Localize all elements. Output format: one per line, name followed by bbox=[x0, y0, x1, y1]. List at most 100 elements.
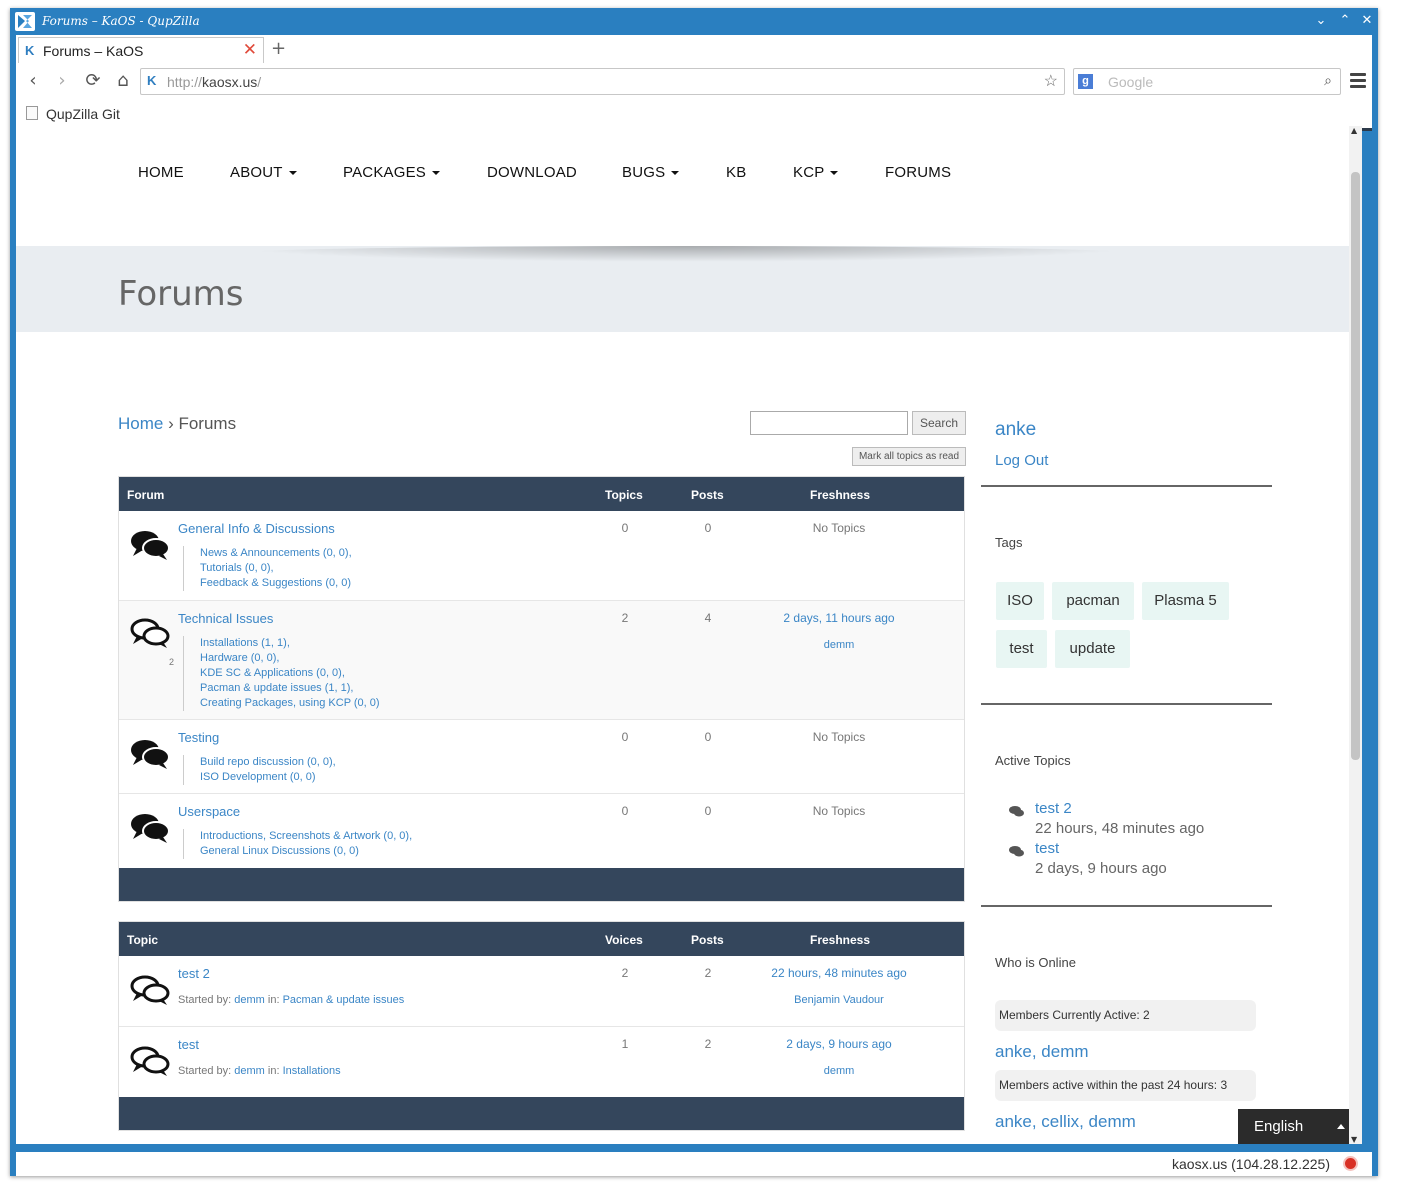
topic-title-link[interactable]: test bbox=[178, 1037, 199, 1052]
google-icon[interactable]: g bbox=[1078, 74, 1093, 89]
nav-about[interactable]: ABOUT bbox=[230, 164, 297, 181]
col-posts: Posts bbox=[691, 933, 724, 947]
topic-meta: Started by: demm in: Installations bbox=[178, 1065, 341, 1077]
vertical-scrollbar[interactable]: ▲ ▼ bbox=[1349, 126, 1362, 1144]
subforum-link[interactable]: Hardware (0, 0), bbox=[200, 651, 380, 666]
subforum-link[interactable]: Creating Packages, using KCP (0, 0) bbox=[200, 696, 380, 711]
status-bar: kaosx.us (104.28.12.225) bbox=[16, 1152, 1372, 1176]
tag-test[interactable]: test bbox=[996, 630, 1047, 668]
breadcrumb-current: Forums bbox=[178, 414, 237, 433]
maximize-icon[interactable]: ⌃ bbox=[1336, 12, 1354, 30]
nav-bugs[interactable]: BUGS bbox=[622, 164, 680, 181]
home-icon[interactable]: ⌂ bbox=[112, 70, 134, 94]
freshness: No Topics bbox=[812, 730, 866, 744]
bookmark-qupzilla-git[interactable]: QupZilla Git bbox=[46, 106, 120, 122]
nav-kcp[interactable]: KCP bbox=[793, 164, 839, 181]
nav-download[interactable]: DOWNLOAD bbox=[487, 164, 577, 181]
active-topic-link[interactable]: test bbox=[1035, 840, 1059, 857]
author-link[interactable]: demm bbox=[234, 994, 265, 1006]
members-24h-users[interactable]: anke, cellix, demm bbox=[995, 1112, 1136, 1132]
forum-link[interactable]: Pacman & update issues bbox=[283, 994, 405, 1006]
subforum-link[interactable]: Tutorials (0, 0), bbox=[200, 561, 352, 576]
tag-iso[interactable]: ISO bbox=[996, 582, 1044, 620]
tab-forums[interactable]: K Forums – KaOS ✕ bbox=[18, 37, 264, 63]
tag-update[interactable]: update bbox=[1055, 630, 1130, 668]
scroll-down-icon[interactable]: ▼ bbox=[1351, 1135, 1357, 1144]
members-active-users[interactable]: anke, demm bbox=[995, 1042, 1089, 1062]
web-search-box[interactable]: g Google ⌕ bbox=[1073, 68, 1341, 95]
minimize-icon[interactable]: ⌄ bbox=[1312, 12, 1330, 30]
status-text: kaosx.us (104.28.12.225) bbox=[1172, 1156, 1330, 1172]
freshness-link[interactable]: 2 days, 11 hours ago bbox=[739, 611, 939, 625]
language-selector[interactable]: English bbox=[1238, 1109, 1359, 1144]
new-tab-icon[interactable]: + bbox=[271, 38, 286, 59]
logout-link[interactable]: Log Out bbox=[995, 452, 1048, 469]
topics-table-footer bbox=[119, 1097, 964, 1130]
posts-count: 2 bbox=[704, 966, 712, 980]
freshness-link[interactable]: 2 days, 9 hours ago bbox=[739, 1037, 939, 1051]
caret-down-icon bbox=[830, 171, 839, 176]
mark-all-read-button[interactable]: Mark all topics as read bbox=[852, 447, 966, 466]
bookmark-star-icon[interactable]: ☆ bbox=[1044, 71, 1058, 91]
scroll-up-icon[interactable]: ▲ bbox=[1351, 126, 1357, 135]
last-poster-link[interactable]: Benjamin Vaudour bbox=[739, 994, 939, 1006]
scrollbar-thumb[interactable] bbox=[1351, 172, 1360, 760]
reload-icon[interactable]: ⟳ bbox=[82, 70, 104, 94]
topic-title-link[interactable]: test 2 bbox=[178, 966, 210, 981]
forum-title-link[interactable]: General Info & Discussions bbox=[178, 521, 335, 536]
tag-pacman[interactable]: pacman bbox=[1052, 582, 1134, 620]
subforum-link[interactable]: Feedback & Suggestions (0, 0) bbox=[200, 576, 352, 591]
chat-bubbles-icon bbox=[131, 740, 170, 769]
col-topic: Topic bbox=[127, 933, 159, 947]
active-topic-link[interactable]: test 2 bbox=[1035, 800, 1072, 817]
forum-row: Userspace 0 0 No Topics Introductions, S… bbox=[119, 794, 964, 868]
subforum-link[interactable]: Pacman & update issues (1, 1), bbox=[200, 681, 380, 696]
subforum-link[interactable]: General Linux Discussions (0, 0) bbox=[200, 844, 412, 859]
freshness: No Topics bbox=[812, 521, 866, 535]
tab-close-icon[interactable]: ✕ bbox=[243, 40, 257, 60]
freshness: No Topics bbox=[812, 804, 866, 818]
adblock-icon[interactable] bbox=[1343, 1156, 1358, 1171]
nav-kb[interactable]: KB bbox=[726, 164, 746, 181]
forum-title-link[interactable]: Technical Issues bbox=[178, 611, 273, 626]
header-shadow bbox=[226, 246, 1146, 262]
last-poster-link[interactable]: demm bbox=[739, 639, 939, 651]
subforum-link[interactable]: KDE SC & Applications (0, 0), bbox=[200, 666, 380, 681]
language-label: English bbox=[1254, 1118, 1304, 1135]
forum-row: 2 Technical Issues 2 4 2 days, 11 hours … bbox=[119, 601, 964, 720]
forum-search-button[interactable]: Search bbox=[912, 411, 966, 435]
last-poster-link[interactable]: demm bbox=[739, 1065, 939, 1077]
forum-search-input[interactable] bbox=[750, 411, 908, 435]
forum-title-link[interactable]: Userspace bbox=[178, 804, 240, 819]
page-viewport: HOME ABOUT PACKAGES DOWNLOAD BUGS KB KCP… bbox=[16, 126, 1359, 1144]
subforum-link[interactable]: Build repo discussion (0, 0), bbox=[200, 755, 336, 770]
chat-bubbles-icon bbox=[131, 531, 170, 560]
subforum-link[interactable]: Installations (1, 1), bbox=[200, 636, 380, 651]
nav-packages[interactable]: PACKAGES bbox=[343, 164, 441, 181]
topics-count: 0 bbox=[621, 521, 629, 535]
author-link[interactable]: demm bbox=[234, 1065, 265, 1077]
forward-icon[interactable]: › bbox=[51, 70, 73, 94]
posts-count: 0 bbox=[704, 804, 712, 818]
subforum-list: Installations (1, 1), Hardware (0, 0), K… bbox=[183, 636, 380, 711]
subforum-link[interactable]: Introductions, Screenshots & Artwork (0,… bbox=[200, 829, 412, 844]
subforum-link[interactable]: ISO Development (0, 0) bbox=[200, 770, 336, 785]
forum-link[interactable]: Installations bbox=[283, 1065, 341, 1077]
close-window-icon[interactable]: ✕ bbox=[1358, 12, 1376, 30]
tag-plasma-5[interactable]: Plasma 5 bbox=[1142, 582, 1229, 620]
menu-icon[interactable] bbox=[1350, 73, 1366, 89]
breadcrumb-home[interactable]: Home bbox=[118, 414, 163, 433]
nav-forums[interactable]: FORUMS bbox=[885, 164, 951, 181]
magnifier-icon[interactable]: ⌕ bbox=[1324, 72, 1332, 89]
freshness-link[interactable]: 22 hours, 48 minutes ago bbox=[739, 966, 939, 980]
forum-title-link[interactable]: Testing bbox=[178, 730, 219, 745]
nav-home[interactable]: HOME bbox=[138, 164, 184, 181]
tab-label: Forums – KaOS bbox=[43, 43, 144, 59]
address-bar[interactable]: K http://kaosx.us/ ☆ bbox=[140, 68, 1065, 95]
back-icon[interactable]: ‹ bbox=[22, 70, 44, 94]
user-profile-link[interactable]: anke bbox=[995, 419, 1036, 441]
tags-title: Tags bbox=[995, 535, 1023, 550]
caret-up-icon bbox=[1337, 1124, 1345, 1129]
posts-count: 0 bbox=[704, 521, 712, 535]
subforum-link[interactable]: News & Announcements (0, 0), bbox=[200, 546, 352, 561]
